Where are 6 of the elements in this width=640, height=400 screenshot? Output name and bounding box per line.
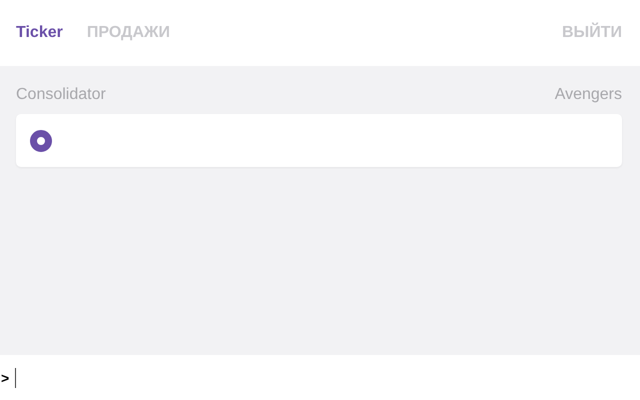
prompt-symbol: > — [1, 370, 10, 386]
text-cursor — [15, 368, 16, 388]
nav-tab[interactable]: Ticker — [16, 24, 63, 42]
section-label: Consolidator — [16, 86, 106, 104]
radio-button[interactable] — [30, 130, 52, 152]
section-label: Avengers — [554, 86, 622, 104]
